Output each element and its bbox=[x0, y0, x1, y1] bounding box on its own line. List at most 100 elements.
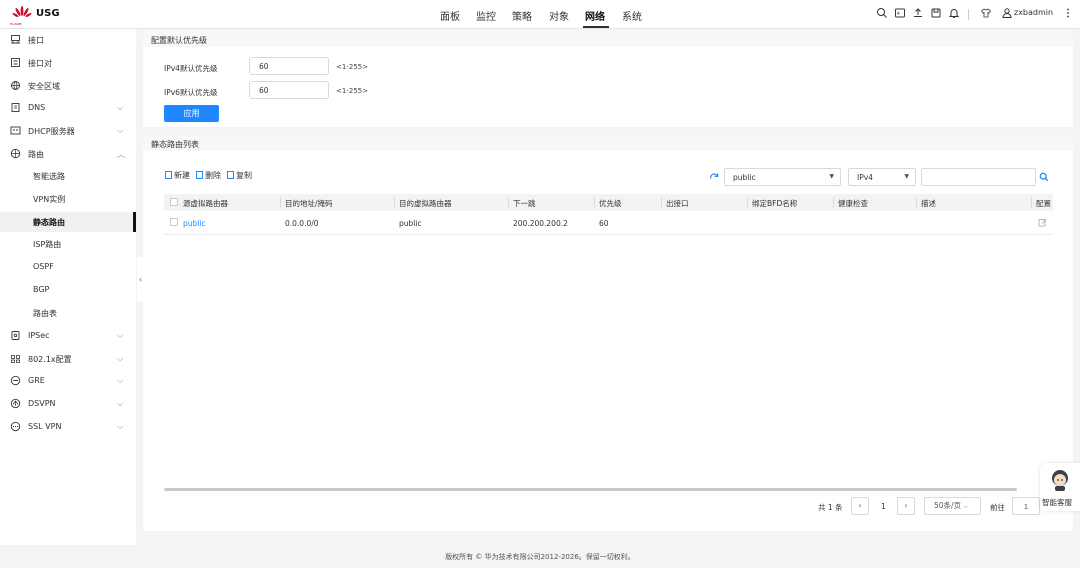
sidebar-item-route-table[interactable]: 路由表 bbox=[0, 303, 136, 323]
delete-button-label: 删除 bbox=[205, 171, 221, 180]
chevron-down-icon: ⌵ bbox=[117, 376, 124, 385]
sidebar-item-label: 智能选路 bbox=[33, 172, 65, 181]
goto-label: 前往 bbox=[990, 503, 1005, 512]
column-header[interactable]: 出接口 bbox=[666, 198, 689, 209]
sslvpn-icon bbox=[10, 421, 21, 432]
upload-icon[interactable] bbox=[912, 7, 924, 19]
sidebar-item-interface-pair[interactable]: 接口对 bbox=[0, 53, 136, 73]
username[interactable]: zxbadmin bbox=[1014, 8, 1053, 17]
nav-object[interactable]: 对象 bbox=[549, 8, 569, 23]
sidebar-item-label: 安全区域 bbox=[28, 82, 60, 91]
chevron-up-icon: ︿ bbox=[117, 150, 125, 159]
search-input[interactable] bbox=[921, 168, 1036, 186]
column-divider bbox=[280, 197, 281, 208]
column-header[interactable]: 配置 bbox=[1036, 198, 1051, 209]
copy-button[interactable]: 复制 bbox=[227, 170, 252, 181]
prev-page-button[interactable]: ‹ bbox=[851, 497, 869, 515]
sidebar-item-smart-routing[interactable]: 智能选路 bbox=[0, 166, 136, 186]
table-row[interactable]: public 0.0.0.0/0 public 200.200.200.2 60 bbox=[164, 212, 1053, 235]
sidebar-item-label: SSL VPN bbox=[28, 422, 62, 431]
apply-button[interactable]: 应用 bbox=[164, 105, 219, 122]
ipv4-priority-input[interactable] bbox=[249, 57, 329, 75]
assistant-label: 智能客服 bbox=[1042, 498, 1072, 507]
column-header[interactable]: 源虚拟路由器 bbox=[183, 198, 228, 209]
chevron-down-icon: ⌵ bbox=[117, 126, 124, 135]
interface-pair-icon bbox=[11, 58, 20, 67]
sidebar-item-dhcp-server[interactable]: DHCP服务器 ⌵ bbox=[0, 121, 136, 141]
dns-icon bbox=[11, 103, 20, 112]
sidebar-item-ipsec[interactable]: IPSec ⌵ bbox=[0, 326, 136, 346]
copy-icon bbox=[227, 171, 234, 179]
sidebar-item-vpn-instance[interactable]: VPN实例 bbox=[0, 189, 136, 209]
sidebar-item-label: DNS bbox=[28, 103, 46, 112]
gre-icon bbox=[10, 375, 21, 386]
sidebar-item-8021x[interactable]: 802.1x配置 ⌵ bbox=[0, 349, 136, 369]
sidebar-item-label: 接口对 bbox=[28, 59, 52, 68]
search-icon[interactable] bbox=[876, 7, 888, 19]
sidebar-item-label: 路由表 bbox=[33, 309, 57, 318]
refresh-icon[interactable] bbox=[709, 172, 719, 182]
column-header[interactable]: 描述 bbox=[921, 198, 936, 209]
new-button[interactable]: 新建 bbox=[165, 170, 190, 181]
sidebar-item-static-route[interactable]: 静态路由 bbox=[0, 212, 136, 232]
footer-copyright: 版权所有 © 华为技术有限公司2012-2026。保留一切权利。 bbox=[445, 553, 635, 561]
column-header[interactable]: 绑定BFD名称 bbox=[752, 198, 797, 209]
dest-vrf-cell: public bbox=[399, 219, 422, 228]
ipv6-range-hint: <1-255> bbox=[336, 87, 369, 95]
vrf-select[interactable]: public ▼ bbox=[724, 168, 841, 186]
column-divider bbox=[394, 197, 395, 208]
column-header[interactable]: 优先级 bbox=[599, 198, 622, 209]
new-button-label: 新建 bbox=[174, 171, 190, 180]
row-checkbox[interactable] bbox=[170, 218, 178, 226]
horizontal-scrollbar[interactable] bbox=[164, 488, 1017, 491]
sidebar-item-gre[interactable]: GRE ⌵ bbox=[0, 371, 136, 391]
bell-icon[interactable] bbox=[948, 7, 960, 19]
total-count: 共 1 条 bbox=[818, 503, 843, 512]
sidebar-item-label: 接口 bbox=[28, 36, 44, 45]
goto-page-input[interactable] bbox=[1012, 497, 1040, 515]
delete-button[interactable]: 删除 bbox=[196, 170, 221, 181]
column-header[interactable]: 健康检查 bbox=[838, 198, 868, 209]
save-icon[interactable] bbox=[930, 7, 942, 19]
dot1x-icon bbox=[11, 355, 20, 363]
shirt-theme-icon[interactable] bbox=[980, 7, 992, 19]
assistant-avatar-icon bbox=[1052, 470, 1068, 491]
column-divider bbox=[594, 197, 595, 208]
nav-system[interactable]: 系统 bbox=[622, 8, 642, 23]
table-header: 源虚拟路由器 目的地址/掩码 目的虚拟路由器 下一跳 优先级 出接口 绑定BFD… bbox=[164, 194, 1053, 211]
ip-version-select-value: IPv4 bbox=[857, 173, 873, 182]
nav-dashboard[interactable]: 面板 bbox=[440, 8, 460, 23]
ipv6-priority-input[interactable] bbox=[249, 81, 329, 99]
sidebar-item-dns[interactable]: DNS ⌵ bbox=[0, 98, 136, 118]
more-vertical-icon[interactable] bbox=[1062, 7, 1074, 19]
column-header[interactable]: 下一跳 bbox=[513, 198, 536, 209]
sidebar-item-bgp[interactable]: BGP bbox=[0, 280, 136, 300]
page-number-current[interactable]: 1 bbox=[881, 502, 886, 511]
next-hop-cell: 200.200.200.2 bbox=[513, 219, 568, 228]
terminal-icon[interactable] bbox=[894, 7, 906, 19]
select-all-checkbox[interactable] bbox=[170, 198, 178, 206]
source-vrf-link[interactable]: public bbox=[183, 219, 206, 228]
ip-version-select[interactable]: IPv4 ▼ bbox=[848, 168, 916, 186]
sidebar-item-label: 802.1x配置 bbox=[28, 355, 72, 364]
priority-section-title: 配置默认优先级 bbox=[151, 36, 207, 45]
sidebar-item-dsvpn[interactable]: DSVPN ⌵ bbox=[0, 394, 136, 414]
nav-monitor[interactable]: 监控 bbox=[476, 8, 496, 23]
sidebar-item-ospf[interactable]: OSPF bbox=[0, 257, 136, 277]
column-header[interactable]: 目的地址/掩码 bbox=[285, 198, 333, 209]
sidebar-item-isp-route[interactable]: ISP路由 bbox=[0, 234, 136, 254]
column-header[interactable]: 目的虚拟路由器 bbox=[399, 198, 452, 209]
user-icon[interactable] bbox=[1001, 7, 1013, 19]
edit-icon[interactable] bbox=[1038, 218, 1047, 227]
sidebar-item-security-zone[interactable]: 安全区域 bbox=[0, 76, 136, 96]
page-size-select[interactable]: 50条/页 ⌵ bbox=[924, 497, 981, 515]
sidebar-item-route[interactable]: 路由 ︿ bbox=[0, 144, 136, 164]
nav-policy[interactable]: 策略 bbox=[512, 8, 532, 23]
search-icon[interactable] bbox=[1039, 172, 1049, 182]
next-page-button[interactable]: › bbox=[897, 497, 915, 515]
smart-assistant-widget[interactable]: 智能客服 bbox=[1040, 463, 1080, 511]
sidebar-item-ssl-vpn[interactable]: SSL VPN ⌵ bbox=[0, 417, 136, 437]
nav-network[interactable]: 网络 bbox=[585, 8, 605, 23]
sidebar-item-interface[interactable]: 接口 bbox=[0, 30, 136, 50]
product-name: USG bbox=[36, 8, 60, 19]
